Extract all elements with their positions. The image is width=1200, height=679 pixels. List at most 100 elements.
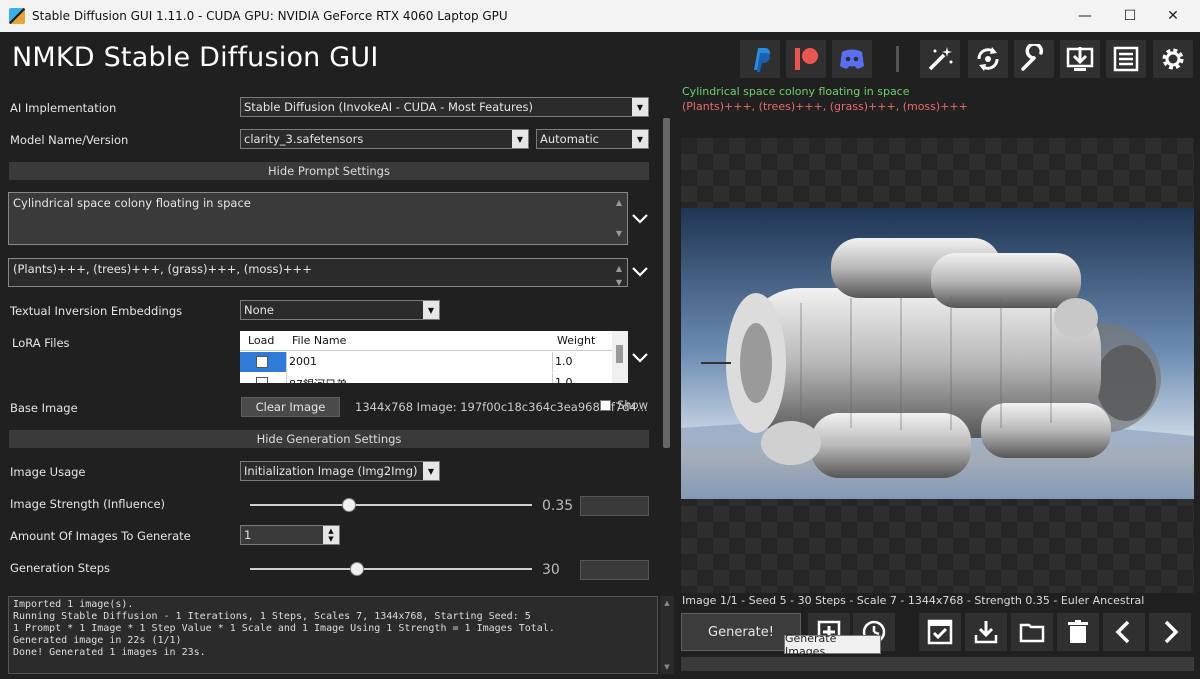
image-strength-label: Image Strength (Influence)	[10, 497, 166, 511]
image-strength-slider-thumb[interactable]	[341, 498, 356, 512]
wrench-button[interactable]	[1014, 40, 1054, 78]
lora-col-weight: Weight	[557, 334, 596, 347]
download-icon	[974, 621, 998, 644]
lora-table[interactable]: Load File Name Weight 2001 1.0 87銀河兄弟 1.…	[240, 331, 628, 383]
generated-image[interactable]	[681, 208, 1194, 499]
amount-stepper[interactable]: 1 ▲ ▼	[240, 525, 340, 545]
folder-icon	[1019, 623, 1045, 643]
generation-steps-value: 30	[542, 562, 560, 578]
install-button[interactable]	[1060, 40, 1100, 78]
stepper-arrows-icon[interactable]: ▲ ▼	[323, 526, 339, 544]
lora-table-header: Load File Name Weight	[240, 331, 612, 351]
image-usage-value: Initialization Image (Img2Img)	[244, 464, 418, 478]
negative-prompt-scrollbar[interactable]: ▲ ▼	[611, 259, 627, 287]
hide-generation-settings-button[interactable]: Hide Generation Settings	[9, 430, 649, 448]
embeddings-select[interactable]: None ▼	[240, 300, 440, 320]
chevron-down-icon: ▼	[512, 130, 528, 148]
ai-implementation-value: Stable Diffusion (InvokeAI - CUDA - Most…	[244, 100, 534, 114]
open-folder-button[interactable]	[1011, 613, 1053, 651]
generation-steps-slider-thumb[interactable]	[350, 562, 365, 576]
show-checkbox[interactable]	[600, 400, 611, 411]
lora-scrollbar-thumb[interactable]	[616, 345, 623, 363]
app-window: NMKD Stable Diffusion GUI AI Implementat…	[0, 32, 1200, 679]
prompt-scrollbar[interactable]: ▲ ▼	[611, 193, 627, 244]
toolbar-divider	[896, 46, 899, 72]
model-mode-select[interactable]: Automatic ▼	[536, 129, 649, 149]
image-strength-input[interactable]	[580, 496, 649, 516]
chevron-down-icon: ▼	[632, 130, 648, 148]
install-icon	[1066, 47, 1094, 71]
lora-weight-cell[interactable]: 1.0	[552, 373, 612, 383]
amount-label: Amount Of Images To Generate	[10, 529, 191, 543]
ai-implementation-select[interactable]: Stable Diffusion (InvokeAI - CUDA - Most…	[240, 97, 649, 117]
lora-weight-cell[interactable]: 1.0	[552, 352, 612, 372]
negative-prompt-text: (Plants)+++, (trees)+++, (grass)+++, (mo…	[13, 262, 312, 276]
lora-scrollbar[interactable]	[612, 331, 628, 383]
settings-scrollbar-thumb[interactable]	[663, 118, 670, 448]
patreon-button[interactable]	[786, 40, 826, 78]
discord-button[interactable]	[832, 40, 872, 78]
list-icon	[1113, 46, 1139, 72]
close-button[interactable]: ✕	[1150, 0, 1196, 32]
maximize-button[interactable]: ☐	[1107, 0, 1153, 32]
select-button[interactable]	[919, 613, 961, 651]
close-icon: ✕	[1167, 8, 1179, 24]
delete-button[interactable]	[1057, 613, 1099, 651]
window-title: Stable Diffusion GUI 1.11.0 - CUDA GPU: …	[32, 9, 508, 23]
hide-prompt-settings-button[interactable]: Hide Prompt Settings	[9, 162, 649, 180]
preview-negative-prompt: (Plants)+++, (trees)+++, (grass)+++, (mo…	[682, 100, 968, 113]
trash-icon	[1068, 620, 1088, 643]
lora-load-checkbox[interactable]	[256, 356, 268, 368]
app-icon	[9, 8, 25, 24]
refresh-button[interactable]	[968, 40, 1008, 78]
generation-steps-input[interactable]	[580, 560, 649, 580]
paypal-icon	[754, 48, 770, 72]
expand-lora-icon[interactable]	[630, 348, 650, 368]
prompt-input[interactable]: Cylindrical space colony floating in spa…	[8, 192, 628, 245]
magic-wand-button[interactable]	[920, 40, 960, 78]
app-title: NMKD Stable Diffusion GUI	[12, 42, 379, 73]
expand-prompt-icon[interactable]	[630, 209, 650, 229]
chevron-down-icon: ▼	[423, 462, 439, 480]
image-usage-select[interactable]: Initialization Image (Img2Img) ▼	[240, 461, 440, 481]
discord-icon	[840, 49, 864, 69]
table-row[interactable]: 2001 1.0	[240, 352, 612, 372]
generate-button[interactable]: Generate!	[681, 613, 801, 651]
log-line: Generated image in 22s (1/1)	[13, 635, 182, 646]
list-button[interactable]	[1106, 40, 1146, 78]
save-image-button[interactable]	[965, 613, 1007, 651]
patreon-icon	[795, 48, 818, 70]
log-line: 1 Prompt * 1 Image * 1 Step Value * 1 Sc…	[13, 623, 555, 634]
prompt-text: Cylindrical space colony floating in spa…	[13, 196, 251, 210]
window-titlebar: Stable Diffusion GUI 1.11.0 - CUDA GPU: …	[0, 0, 1200, 32]
model-select[interactable]: clarity_3.safetensors ▼	[240, 129, 529, 149]
gear-icon	[1162, 48, 1184, 70]
chevron-down-icon: ▼	[632, 98, 648, 116]
lora-label: LoRA Files	[12, 336, 70, 350]
settings-button[interactable]	[1153, 40, 1193, 78]
previous-image-button[interactable]	[1103, 613, 1145, 651]
image-strength-slider[interactable]	[250, 504, 532, 506]
progress-bar	[681, 657, 1194, 671]
log-line: Running Stable Diffusion - 1 Iterations,…	[13, 611, 531, 622]
generation-steps-slider[interactable]	[250, 568, 532, 570]
generation-steps-label: Generation Steps	[10, 561, 110, 575]
table-row[interactable]: 87銀河兄弟 1.0	[240, 373, 612, 383]
image-preview[interactable]	[681, 138, 1194, 593]
lora-filename-cell[interactable]: 2001	[286, 352, 552, 372]
expand-negative-prompt-icon[interactable]	[630, 262, 650, 282]
paypal-button[interactable]	[740, 40, 780, 78]
settings-scrollbar[interactable]	[659, 116, 674, 632]
clear-image-button[interactable]: Clear Image	[241, 397, 340, 417]
minimize-button[interactable]: —	[1062, 0, 1108, 32]
generate-tooltip: Generate Images	[784, 632, 881, 658]
model-value: clarity_3.safetensors	[244, 132, 364, 146]
next-image-button[interactable]	[1149, 613, 1191, 651]
log-scrollbar[interactable]: ▲ ▼	[660, 596, 674, 674]
lora-load-checkbox[interactable]	[256, 377, 268, 383]
lora-filename-cell[interactable]: 87銀河兄弟	[286, 373, 552, 383]
log-output: Imported 1 image(s). Running Stable Diff…	[8, 596, 658, 674]
negative-prompt-input[interactable]: (Plants)+++, (trees)+++, (grass)+++, (mo…	[8, 258, 628, 287]
minimize-icon: —	[1078, 8, 1092, 24]
embeddings-label: Textual Inversion Embeddings	[10, 304, 183, 318]
